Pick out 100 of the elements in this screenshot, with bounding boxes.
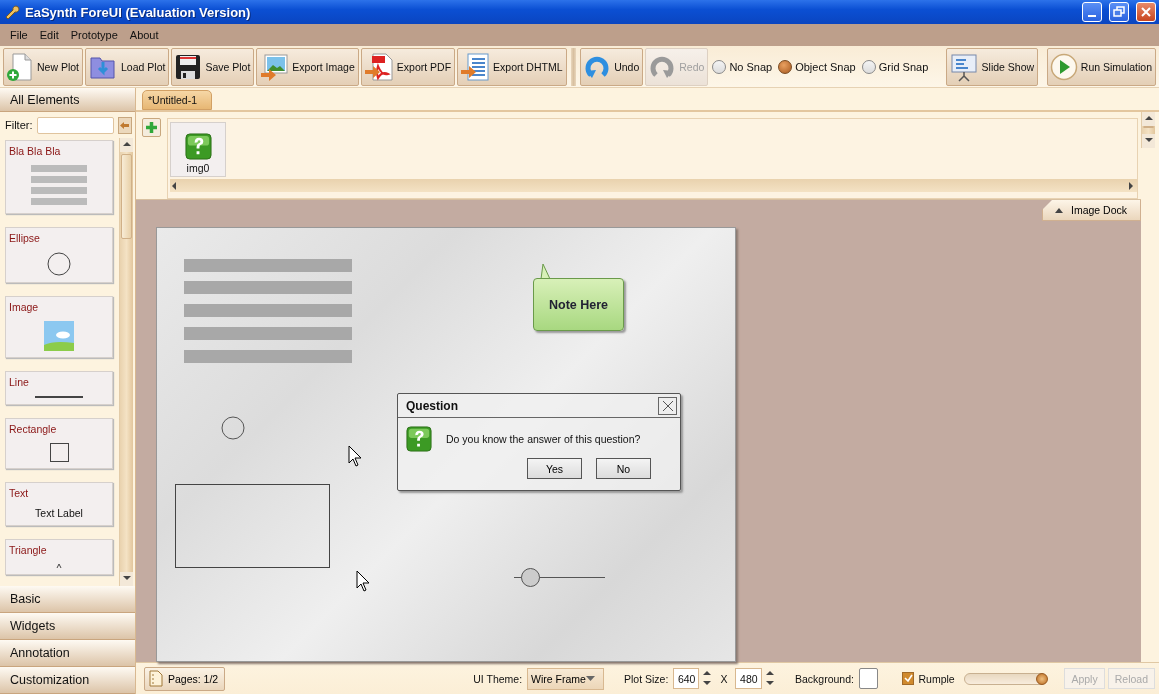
palette-item-label: Triangle <box>9 544 47 556</box>
clear-filter-button[interactable] <box>117 116 132 134</box>
note-tail-drawing <box>539 264 551 279</box>
toolbar-button[interactable]: Undo <box>580 47 644 86</box>
menu-item[interactable]: About <box>123 29 165 41</box>
palette-item[interactable]: Rectangle <box>5 418 113 469</box>
radio-label[interactable]: No Snap <box>729 60 773 73</box>
callout-note: Note Here <box>533 278 624 331</box>
palette-item-label: Rectangle <box>9 423 57 435</box>
accordion-header[interactable]: Widgets <box>0 613 135 640</box>
menu-item[interactable]: Prototype <box>64 29 124 41</box>
palette-item-label: Ellipse <box>9 232 40 244</box>
dialog-message: Do you know the answer of this question? <box>446 433 641 445</box>
accordion-header[interactable]: All Elements <box>0 88 135 112</box>
triangle-drawing <box>56 564 62 568</box>
document-tab[interactable]: *Untitled-1 <box>142 90 213 110</box>
radio-label[interactable]: Object Snap <box>795 60 856 73</box>
question-icon <box>406 426 432 452</box>
add-image-button[interactable] <box>142 118 161 137</box>
page-icon <box>149 670 163 687</box>
cursor-icon <box>356 570 370 592</box>
palette-item-label: Bla Bla Bla <box>9 145 61 157</box>
circle-drawing <box>47 252 71 276</box>
play-icon <box>1049 52 1078 81</box>
restore-icon <box>1113 6 1125 18</box>
line-drawing <box>35 396 83 398</box>
image-label: img0 <box>186 162 210 174</box>
dialog-button[interactable]: Yes <box>527 458 582 479</box>
image-dock-toggle[interactable]: Image Dock <box>1041 200 1141 221</box>
toolbar-button[interactable]: Export PDF <box>360 47 456 86</box>
palette-item[interactable]: Bla Bla Bla <box>5 140 113 214</box>
rumple-slider[interactable] <box>963 672 1048 685</box>
circle-drawing <box>221 416 245 440</box>
image-thumbnail[interactable]: img0 <box>170 122 226 177</box>
text-preview: Text Label <box>35 507 83 519</box>
background-color-button[interactable] <box>858 668 879 689</box>
export-pdf-icon <box>363 51 394 82</box>
scrollbar[interactable] <box>119 138 133 586</box>
radio-button[interactable] <box>861 59 876 74</box>
left-arrow-icon <box>119 120 131 130</box>
minimize-icon <box>1088 15 1096 17</box>
menu-item[interactable]: File <box>4 29 34 41</box>
minimize-button[interactable] <box>1082 2 1102 22</box>
toolbar-button[interactable]: Slide Show <box>945 47 1039 86</box>
palette-item-label: Text <box>9 487 29 499</box>
accordion-header[interactable]: Customization <box>0 667 135 694</box>
window-title: EaSynth ForeUI (Evaluation Version) <box>25 4 252 20</box>
palette-item[interactable]: Text Text Label <box>5 482 113 526</box>
sky-picture-icon <box>44 321 74 351</box>
radio-button[interactable] <box>778 59 793 74</box>
toolbar-button[interactable]: Export DHTML <box>457 47 567 86</box>
export-picture-icon <box>259 52 290 81</box>
restore-button[interactable] <box>1109 2 1129 22</box>
plot-size-label: Plot Size: <box>623 672 669 685</box>
palette-item[interactable]: Image <box>5 296 113 358</box>
toolbar-button[interactable]: Save Plot <box>171 47 255 86</box>
scrollbar[interactable] <box>1141 112 1155 148</box>
filter-field[interactable] <box>36 116 114 134</box>
radio-button[interactable] <box>712 59 727 74</box>
accordion-header[interactable]: Basic <box>0 586 135 613</box>
ui-theme-dropdown[interactable]: Wire Frame <box>527 667 604 690</box>
scroll-thumb[interactable] <box>1143 126 1154 128</box>
width-field[interactable]: 640 <box>673 668 700 689</box>
menu-item[interactable]: Edit <box>33 29 65 41</box>
rumple-label: Rumple <box>918 672 955 685</box>
dialog-title: Question <box>406 398 458 413</box>
toolbar-button[interactable]: Run Simulation <box>1046 47 1156 86</box>
new-document-icon <box>6 51 34 82</box>
close-icon <box>661 399 674 412</box>
slider-thumb[interactable] <box>1036 672 1049 685</box>
close-icon <box>1141 7 1151 17</box>
plus-icon <box>145 121 158 134</box>
close-button[interactable] <box>658 396 677 415</box>
ui-theme-label: UI Theme: <box>473 672 523 685</box>
palette-item-label: Image <box>9 301 39 313</box>
toolbar-button[interactable]: Export Image <box>256 47 359 86</box>
horizontal-scrollbar[interactable] <box>170 179 1137 192</box>
pages-button[interactable]: Pages: 1/2 <box>144 666 226 691</box>
palette-item[interactable]: Triangle <box>5 539 113 575</box>
palette-item[interactable]: Ellipse <box>5 227 113 283</box>
palette-item-label: Line <box>9 376 29 388</box>
text-lines-drawing <box>31 165 87 207</box>
cursor-icon <box>348 445 362 467</box>
toolbar-button[interactable]: Load Plot <box>85 47 170 86</box>
export-list-icon <box>460 51 491 82</box>
toolbar-button[interactable]: New Plot <box>3 47 83 86</box>
caret-icon <box>585 675 595 682</box>
height-field[interactable]: 480 <box>735 668 762 689</box>
scroll-thumb[interactable] <box>121 154 132 239</box>
square-drawing <box>49 443 69 462</box>
checkmark-icon <box>903 674 913 683</box>
background-label: Background: <box>794 672 854 685</box>
palette-item[interactable]: Line <box>5 371 113 405</box>
dialog-button[interactable]: No <box>596 458 651 479</box>
caret-icon <box>1054 207 1063 213</box>
accordion-header[interactable]: Annotation <box>0 640 135 667</box>
radio-label[interactable]: Grid Snap <box>878 60 929 73</box>
question-icon <box>184 133 212 160</box>
rumple-checkbox[interactable] <box>902 672 915 685</box>
presentation-board-icon <box>948 51 979 82</box>
